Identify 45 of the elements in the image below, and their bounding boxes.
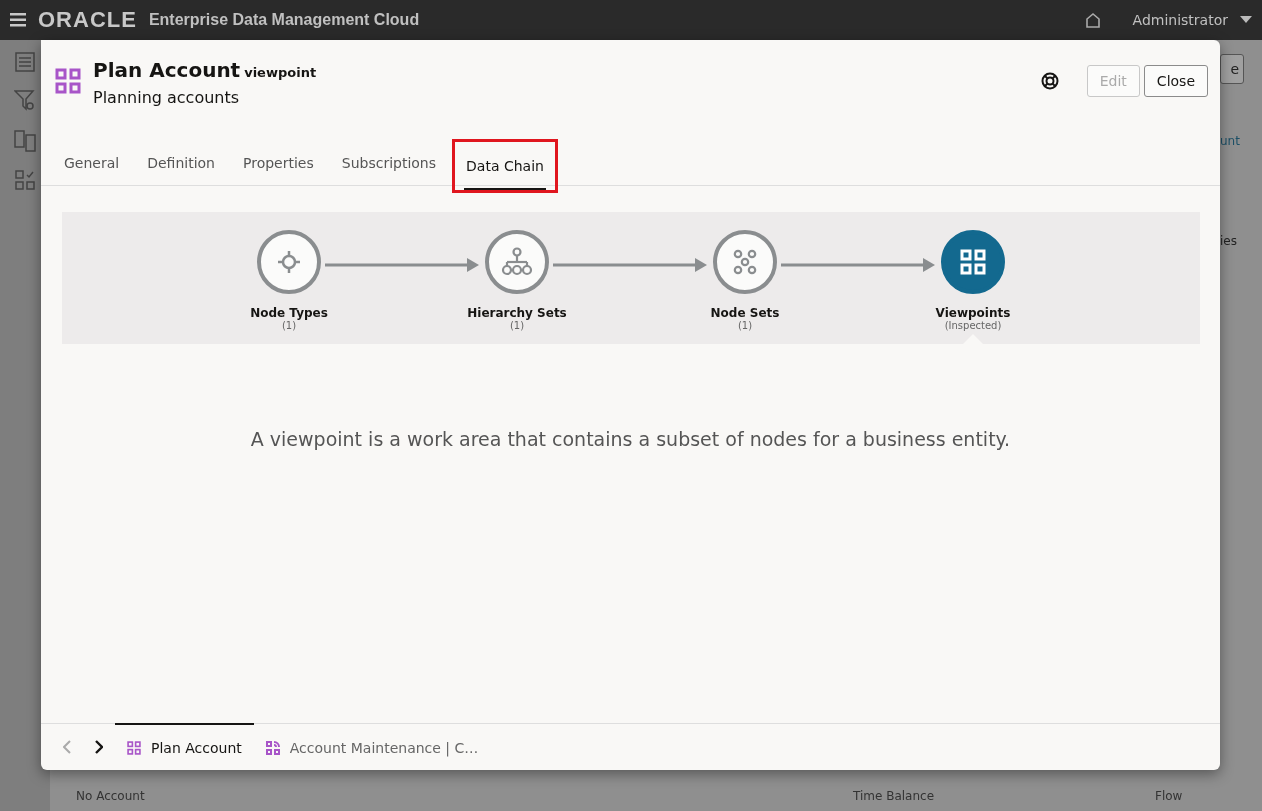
chevron-left-icon — [63, 739, 71, 754]
home-icon[interactable] — [1084, 12, 1101, 28]
node-label: Node Sets — [710, 306, 780, 320]
tab[interactable]: Data Chain — [452, 139, 558, 193]
node-count: (1) — [509, 320, 525, 331]
user-menu[interactable]: Administrator — [1132, 12, 1228, 28]
help-icon[interactable] — [1040, 72, 1059, 90]
chevron-right-icon — [95, 739, 103, 754]
node-count: (1) — [281, 320, 297, 331]
description: A viewpoint is a work area that contains a subset of nodes for a business entity. — [249, 428, 1012, 450]
node-label: Node Types — [250, 306, 328, 320]
tab[interactable]: Definition — [135, 141, 227, 185]
compare-icon[interactable] — [14, 130, 36, 152]
grid-icon — [55, 68, 81, 94]
grid-check-icon[interactable] — [15, 170, 35, 190]
tab[interactable]: General — [52, 141, 132, 185]
node-count: (Inspected) — [944, 320, 1002, 331]
bottom-tab[interactable]: Plan Account — [115, 723, 254, 770]
node-label: Viewpoints — [935, 306, 1011, 320]
caret-icon[interactable] — [1240, 16, 1252, 24]
menu-icon[interactable] — [10, 13, 26, 27]
table-cell: Flow — [1155, 789, 1183, 803]
tab[interactable]: Properties — [231, 141, 326, 185]
chain-node[interactable] — [941, 230, 1005, 294]
table-cell-text: No Account — [76, 789, 146, 803]
crosshair-icon — [277, 250, 301, 274]
grid-icon — [127, 740, 141, 755]
product-name: Enterprise Data Management Cloud — [148, 11, 420, 29]
dots-icon — [731, 248, 759, 276]
grid-icon — [960, 249, 986, 275]
tab[interactable]: Subscriptions — [329, 141, 449, 185]
table-cell-text: Time Balance — [853, 789, 936, 803]
page-label: ies — [1220, 234, 1238, 248]
grid-wifi-icon — [265, 740, 280, 755]
node-label: Hierarchy Sets — [467, 306, 567, 320]
node-count: (1) — [737, 320, 753, 331]
filter-search-icon[interactable] — [14, 90, 36, 112]
dialog-subtitle: Planning accounts — [93, 88, 241, 107]
page-button[interactable]: e — [1220, 54, 1244, 84]
bottom-tab[interactable]: Account Maintenance | C… — [253, 723, 491, 770]
hierarchy-icon — [501, 247, 533, 277]
list-icon[interactable] — [15, 52, 35, 72]
brand-logo: ORACLE — [38, 7, 137, 33]
dialog-button[interactable]: Close — [1143, 65, 1208, 97]
dialog-title: Plan Account viewpoint — [93, 58, 317, 82]
